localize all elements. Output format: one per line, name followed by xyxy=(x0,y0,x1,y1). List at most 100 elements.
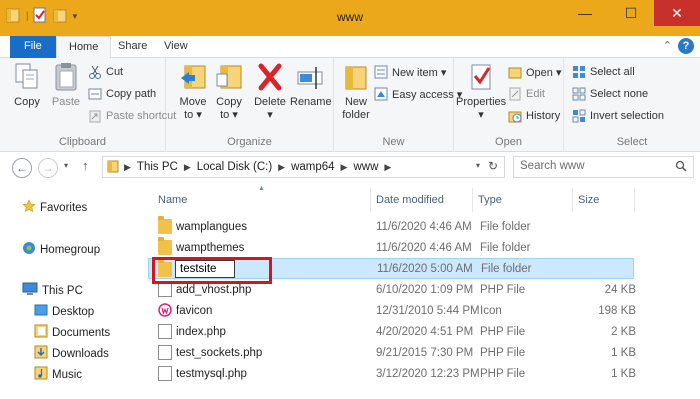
column-header-name[interactable]: Name xyxy=(158,194,187,206)
invert-selection-icon xyxy=(572,109,586,123)
paste-icon xyxy=(52,62,80,92)
nav-downloads[interactable]: Downloads xyxy=(34,345,109,362)
nav-documents[interactable]: Documents xyxy=(34,324,110,341)
file-type: File folder xyxy=(480,241,531,254)
folder-icon xyxy=(107,159,119,176)
breadcrumb-this-pc[interactable]: This PC xyxy=(137,161,178,173)
breadcrumb-wamp64[interactable]: wamp64 xyxy=(291,161,334,173)
move-to-button[interactable]: Move to ▾ xyxy=(176,62,210,122)
table-row[interactable]: add_vhost.php 6/10/2020 1:09 PM PHP File… xyxy=(152,279,636,300)
new-item-button[interactable]: New item ▾ xyxy=(374,62,446,82)
chevron-right-icon[interactable]: ▶ xyxy=(384,162,391,173)
close-button[interactable]: ✕ xyxy=(654,0,700,26)
column-header-date[interactable]: Date modified xyxy=(376,194,444,206)
chevron-right-icon[interactable]: ▶ xyxy=(184,162,191,173)
invert-selection-button[interactable]: Invert selection xyxy=(572,106,664,126)
rename-input[interactable] xyxy=(175,260,235,278)
up-arrow-icon[interactable]: ↑ xyxy=(82,158,89,173)
open-button[interactable]: Open ▾ xyxy=(508,62,562,82)
file-type: PHP File xyxy=(480,325,526,338)
breadcrumb-www[interactable]: www xyxy=(353,161,378,173)
table-row[interactable]: index.php 4/20/2020 4:51 PM PHP File 2 K… xyxy=(152,321,636,342)
breadcrumb-local-disk[interactable]: Local Disk (C:) xyxy=(197,161,272,173)
forward-arrow-icon[interactable]: → xyxy=(38,158,58,178)
chevron-right-icon[interactable]: ▶ xyxy=(124,162,131,173)
paste-shortcut-icon xyxy=(88,109,102,123)
new-folder-label: New xyxy=(344,96,367,108)
open-group-label: Open xyxy=(495,136,522,148)
php-file-icon xyxy=(158,324,172,339)
search-input[interactable]: Search www xyxy=(513,156,694,178)
chevron-down-icon[interactable]: ▾ xyxy=(476,161,480,170)
nav-music[interactable]: Music xyxy=(34,366,82,383)
recent-locations-icon[interactable]: ▾ xyxy=(64,161,68,170)
new-folder-button[interactable]: New folder xyxy=(338,62,374,122)
tab-file[interactable]: File xyxy=(10,36,56,58)
table-row[interactable]: wampthemes 11/6/2020 4:46 AM File folder xyxy=(152,237,636,258)
column-divider[interactable] xyxy=(370,188,371,212)
search-icon xyxy=(675,160,687,175)
clipboard-group: Copy Paste Cut Copy path Paste shortcut … xyxy=(0,58,176,152)
tab-view[interactable]: View xyxy=(152,36,200,58)
select-none-button[interactable]: Select none xyxy=(572,84,648,104)
nav-homegroup[interactable]: Homegroup xyxy=(22,241,100,258)
column-divider[interactable] xyxy=(634,188,635,212)
delete-icon xyxy=(256,62,284,92)
address-bar[interactable]: ▶ This PC ▶ Local Disk (C:) ▶ wamp64 ▶ w… xyxy=(102,156,505,178)
delete-button[interactable]: Delete ▾ xyxy=(252,62,288,122)
invert-selection-label: Invert selection xyxy=(590,110,664,122)
column-divider[interactable] xyxy=(572,188,573,212)
ribbon: Copy Paste Cut Copy path Paste shortcut … xyxy=(0,58,700,152)
back-arrow-icon[interactable]: ← xyxy=(12,158,32,178)
rename-icon xyxy=(296,62,324,92)
help-icon[interactable]: ? xyxy=(678,38,694,54)
table-row[interactable]: testmysql.php 3/12/2020 12:23 PM PHP Fil… xyxy=(152,363,636,384)
file-size: 198 KB xyxy=(598,304,636,317)
maximize-button[interactable]: ☐ xyxy=(608,0,654,26)
chevron-up-icon[interactable]: ⌃ xyxy=(663,39,672,52)
file-name: wamplangues xyxy=(176,220,247,233)
properties-dropdown-icon[interactable]: ▾ xyxy=(456,109,506,122)
nav-desktop[interactable]: Desktop xyxy=(34,303,94,320)
paste-button[interactable]: Paste xyxy=(48,62,84,109)
tab-home[interactable]: Home xyxy=(56,36,112,59)
paste-shortcut-button[interactable]: Paste shortcut xyxy=(88,106,176,126)
delete-dropdown-icon[interactable]: ▾ xyxy=(252,109,288,122)
php-file-icon xyxy=(158,282,172,297)
nav-favorites[interactable]: Favorites xyxy=(22,199,87,216)
table-row-selected[interactable]: 11/6/2020 5:00 AM File folder xyxy=(148,258,634,279)
refresh-icon[interactable]: ↻ xyxy=(488,159,498,173)
table-row[interactable]: favicon 12/31/2010 5:44 PM Icon 198 KB xyxy=(152,300,636,321)
copy-to-button[interactable]: Copy to ▾ xyxy=(212,62,246,122)
file-date: 12/31/2010 5:44 PM xyxy=(376,304,480,317)
nav-downloads-label: Downloads xyxy=(52,347,109,360)
chevron-right-icon[interactable]: ▶ xyxy=(278,162,285,173)
title-bar: | ▾ www — ☐ ✕ xyxy=(0,0,700,36)
easy-access-label: Easy access ▾ xyxy=(392,88,463,101)
history-button[interactable]: History xyxy=(508,106,560,126)
select-all-button[interactable]: Select all xyxy=(572,62,635,82)
table-row[interactable]: test_sockets.php 9/21/2015 7:30 PM PHP F… xyxy=(152,342,636,363)
copy-icon xyxy=(13,62,41,92)
table-row[interactable]: wamplangues 11/6/2020 4:46 AM File folde… xyxy=(152,216,636,237)
column-divider[interactable] xyxy=(472,188,473,212)
copy-button[interactable]: Copy xyxy=(10,62,44,109)
organize-group: Move to ▾ Copy to ▾ Delete ▾ Rename Orga… xyxy=(166,58,334,152)
copy-path-button[interactable]: Copy path xyxy=(88,84,156,104)
rename-button[interactable]: Rename xyxy=(290,62,332,109)
file-name: wampthemes xyxy=(176,241,245,254)
edit-button[interactable]: Edit xyxy=(508,84,545,104)
copy-to-icon xyxy=(215,62,243,92)
minimize-button[interactable]: — xyxy=(562,0,608,26)
file-list: ▲ Name Date modified Type Size wamplangu… xyxy=(146,182,700,399)
properties-button[interactable]: Properties ▾ xyxy=(456,62,506,122)
easy-access-button[interactable]: Easy access ▾ xyxy=(374,84,462,104)
documents-icon xyxy=(34,324,48,341)
nav-this-pc[interactable]: This PC xyxy=(22,282,83,299)
file-type: File folder xyxy=(481,262,532,275)
column-header-size[interactable]: Size xyxy=(578,194,599,206)
chevron-right-icon[interactable]: ▶ xyxy=(341,162,348,173)
cut-button[interactable]: Cut xyxy=(88,62,123,82)
clipboard-group-label: Clipboard xyxy=(58,136,107,148)
column-header-type[interactable]: Type xyxy=(478,194,502,206)
